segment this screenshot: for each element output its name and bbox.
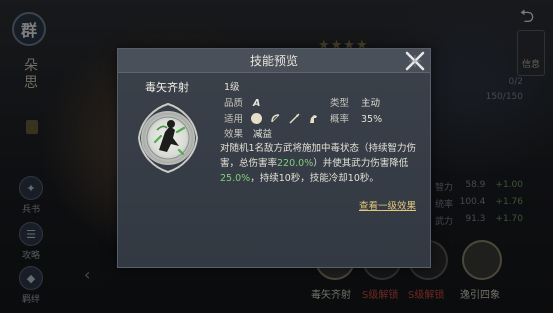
type-row: 类型 主动 [330, 95, 380, 109]
type-value: 主动 [361, 98, 381, 109]
spear-icon [289, 113, 300, 124]
applicable-label: 适用 [224, 114, 244, 125]
skill-emblem-icon [137, 102, 199, 174]
chance-label: 概率 [330, 114, 350, 125]
shield-icon [251, 113, 263, 124]
skill-name: 毒矢齐射 [145, 81, 189, 94]
applicable-row: 适用 [224, 111, 319, 125]
quality-label: 品质 [224, 98, 244, 109]
quality-value: A [253, 98, 261, 109]
chance-value: 35% [361, 114, 383, 125]
skill-description: 对随机1名敌方武将施加中毒状态（持续智力伤害，总伤害率220.0%）并使其武力伤… [220, 141, 426, 186]
damage-rate-value: 220.0% [277, 158, 314, 169]
desc-text: ）并使其武力伤害降低 [313, 158, 409, 169]
type-label: 类型 [330, 98, 350, 109]
close-x-icon[interactable] [403, 50, 427, 74]
dialog-title-text: 技能预览 [249, 54, 298, 68]
dialog-title: 技能预览 [118, 49, 430, 73]
effect-label: 效果 [224, 129, 244, 140]
skill-preview-dialog: 技能预览 毒矢齐射 1级 品质 A 类型 主动 适用 概率 35% 效果 减益 … [117, 48, 431, 268]
horse-icon [308, 113, 319, 124]
chance-row: 概率 35% [330, 111, 382, 125]
desc-text: ，持续10秒，技能冷却10秒。 [250, 173, 379, 184]
effect-value: 减益 [253, 129, 273, 140]
effect-row: 效果 减益 [224, 126, 272, 140]
quality-row: 品质 A [224, 95, 260, 109]
view-level1-effect-link[interactable]: 查看一级效果 [359, 198, 416, 212]
bow-icon [270, 113, 281, 124]
skill-level: 1级 [224, 82, 240, 93]
reduction-value: 25.0% [220, 173, 251, 184]
